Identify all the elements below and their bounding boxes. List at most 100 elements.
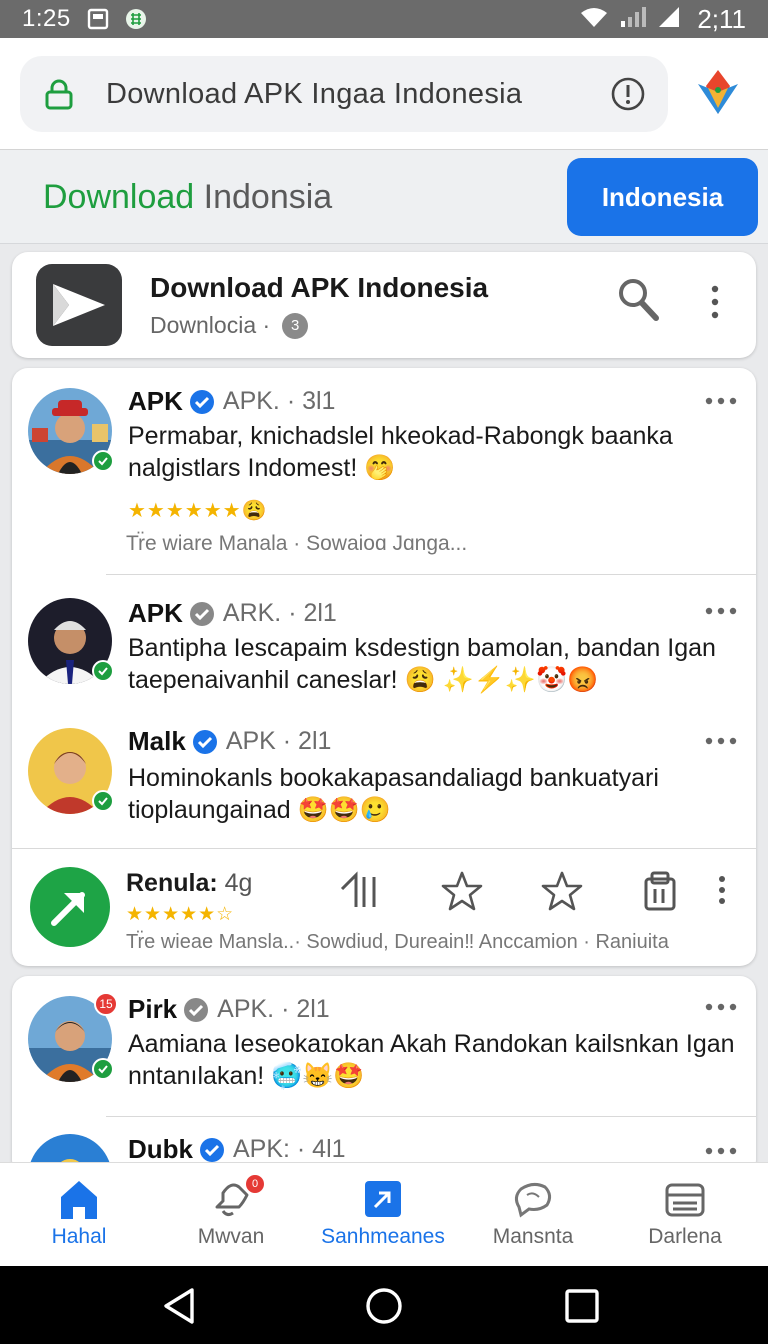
info-icon[interactable] — [610, 76, 646, 112]
post-text: Aamiana Ieseokaɪokan Akah Randokan kails… — [128, 1030, 735, 1090]
nav-item-videos[interactable]: Sanhmeanes — [308, 1163, 458, 1267]
author-name[interactable]: APK — [128, 386, 183, 417]
verified-badge-icon — [192, 729, 217, 754]
avatar[interactable]: 15 — [28, 992, 118, 1082]
more-horiz-icon[interactable] — [704, 1146, 738, 1156]
author-name[interactable]: Dubk — [128, 1134, 193, 1165]
status-bar: 1:25 2;11 — [0, 0, 768, 38]
action-count: 4g — [217, 869, 253, 897]
nav-badge: 0 — [244, 1173, 266, 1195]
verified-badge-icon — [189, 601, 214, 626]
post-header: Dubk APK: · 4l1 — [128, 1134, 346, 1165]
avatar[interactable] — [28, 388, 114, 474]
inbox-icon — [665, 1183, 705, 1217]
author-handle: APK · 2l1 — [225, 727, 332, 755]
feed-card: 15 Pirk APK. · 2l1 Aamiana Ieseokaɪokan … — [12, 976, 756, 1176]
post-item[interactable]: Malk APK · 2l1 Hominokanls bookakapasand… — [12, 704, 756, 848]
post-header: Malk APK · 2l1 — [128, 726, 331, 757]
post-header: APK ARK. · 2l1 — [128, 598, 337, 629]
more-horiz-icon[interactable] — [704, 1002, 738, 1012]
nav-label: Hahal — [51, 1225, 107, 1248]
author-handle: ARK. · 2l1 — [222, 599, 337, 627]
banner-title-rest: Indonsia — [194, 178, 333, 216]
app-subtitle-text: Downlocia · — [150, 312, 271, 338]
copy-icon[interactable] — [640, 869, 684, 913]
nav-label: Sanhmeanes — [321, 1225, 445, 1248]
post-text: Permabar, knichadslel hkeokad-Rabongk ba… — [128, 422, 673, 482]
nav-label: Mansnta — [492, 1225, 574, 1248]
status-time-left: 1:25 — [22, 5, 71, 32]
nav-label: Mwvan — [197, 1225, 265, 1248]
author-name[interactable]: Malk — [128, 726, 186, 757]
signal-icon — [657, 5, 681, 34]
online-check-icon — [92, 1058, 114, 1080]
action-title-label: Renula: — [126, 869, 218, 897]
promo-banner: Download Indonsia Indonesia — [0, 150, 768, 244]
screenshot-icon — [87, 8, 109, 30]
verified-badge-icon — [184, 997, 209, 1022]
status-time-right: 2;11 — [697, 3, 746, 34]
author-name[interactable]: Pirk — [128, 994, 177, 1025]
chat-icon — [514, 1182, 552, 1218]
more-horiz-icon[interactable] — [704, 396, 738, 406]
url-text: Download APK Ingaa Indonesia — [106, 77, 523, 110]
brand-logo-icon[interactable] — [696, 68, 740, 116]
post-item[interactable]: APK ARK. · 2l1 Bantipha Iescapaim ksdest… — [12, 574, 756, 704]
author-handle: APK. · 3l1 — [222, 387, 336, 415]
feed-card: APK APK. · 3l1 Permabar, knichadslel hke… — [12, 368, 756, 966]
banner-title: Download Indonsia — [43, 178, 332, 217]
star-outline-icon[interactable] — [540, 869, 584, 913]
app-subtitle-badge: 3 — [282, 312, 309, 339]
star-outline-icon[interactable] — [440, 869, 484, 913]
banner-title-highlight: Download — [43, 178, 195, 216]
signal-weak-icon — [619, 5, 647, 34]
app-logo-icon[interactable] — [36, 264, 122, 346]
verified-badge-icon — [189, 389, 214, 414]
wifi-icon — [579, 5, 609, 34]
search-icon[interactable] — [616, 276, 660, 322]
action-title: Renula: 4g — [126, 869, 252, 898]
more-horiz-icon[interactable] — [704, 736, 738, 746]
online-check-icon — [92, 450, 114, 472]
post-header: Pirk APK. · 2l1 — [128, 994, 330, 1025]
bottom-navigation: Hahal 0 Mwvan Sanhmeanes Mansnta Darlena — [0, 1162, 768, 1266]
lock-icon — [42, 77, 76, 111]
nav-label: Darlena — [648, 1225, 722, 1248]
nav-item-notifications[interactable]: 0 Mwvan — [156, 1163, 306, 1267]
address-bar[interactable]: Download APK Ingaa Indonesia — [20, 56, 668, 132]
browser-toolbar: Download APK Ingaa Indonesia — [0, 38, 768, 150]
notification-badge: 15 — [94, 992, 118, 1016]
post-header: APK APK. · 3l1 — [128, 386, 335, 417]
author-name[interactable]: APK — [128, 598, 183, 629]
nav-item-inbox[interactable]: Darlena — [610, 1163, 760, 1267]
verified-badge-icon — [200, 1137, 224, 1162]
app-header-card: Download APK Indonesia Downlocia · 3 — [12, 252, 756, 358]
back-icon[interactable] — [160, 1286, 200, 1326]
post-item[interactable]: 15 Pirk APK. · 2l1 Aamiana Ieseokaɪokan … — [12, 976, 756, 1116]
recents-icon[interactable] — [562, 1286, 602, 1326]
nav-item-messages[interactable]: Mansnta — [458, 1163, 608, 1267]
post-text: Bantipha Iescapaim ksdestign bamolan, ba… — [128, 634, 716, 694]
author-handle: APK. · 2l1 — [217, 995, 330, 1023]
home-icon — [61, 1181, 97, 1219]
system-navigation-bar — [0, 1266, 768, 1344]
post-meta[interactable]: Tr̈e wiare Manala · Sowaioɑ Jɑnga... — [126, 532, 467, 556]
author-handle: APK: · 4l1 — [233, 1135, 346, 1163]
more-vert-icon[interactable] — [716, 875, 728, 905]
action-row: Renula: 4g ★★★★★☆ Tr̈e wieae Mansla..· S… — [12, 848, 756, 966]
app-title: Download APK Indonesia — [150, 272, 489, 303]
avatar[interactable] — [28, 728, 114, 814]
app-notification-icon — [125, 8, 147, 30]
sort-icon[interactable] — [338, 869, 382, 913]
play-icon — [365, 1181, 401, 1217]
avatar[interactable] — [28, 598, 114, 684]
banner-cta-button[interactable]: Indonesia — [567, 158, 758, 236]
post-text: Hominokanls bookakapasandaliagd bankuaty… — [128, 764, 659, 824]
post-item[interactable]: APK APK. · 3l1 Permabar, knichadslel hke… — [12, 368, 756, 574]
home-circle-icon[interactable] — [364, 1286, 404, 1326]
trending-arrow-icon[interactable] — [30, 867, 110, 947]
online-check-icon — [92, 660, 114, 682]
more-horiz-icon[interactable] — [704, 606, 738, 616]
more-vert-icon[interactable] — [708, 284, 722, 320]
nav-item-home[interactable]: Hahal — [4, 1163, 154, 1267]
